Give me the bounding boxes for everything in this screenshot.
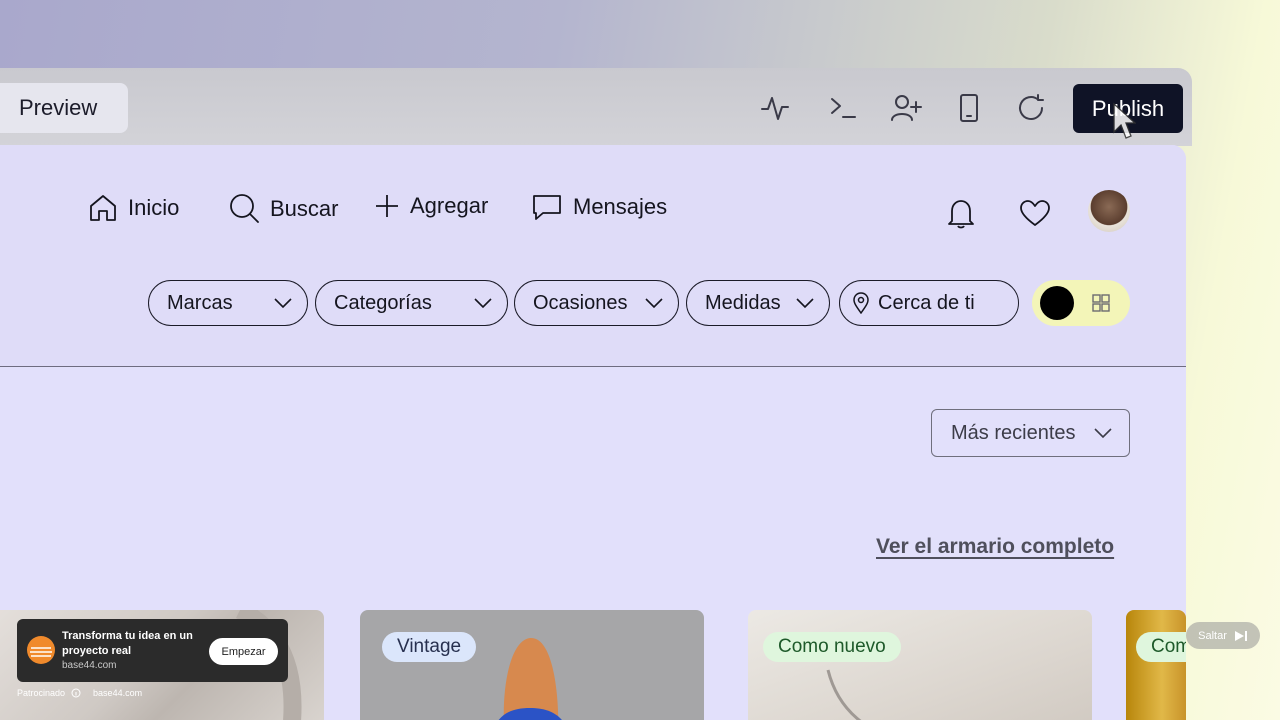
chevron-down-icon xyxy=(796,298,814,309)
activity-icon[interactable] xyxy=(759,92,791,124)
notification-bell-icon[interactable] xyxy=(946,197,976,229)
location-pin-icon xyxy=(853,292,869,314)
skip-next-icon xyxy=(1234,630,1247,641)
ad-domain: base44.com xyxy=(62,660,117,671)
sort-selected-value: Más recientes xyxy=(951,421,1076,444)
mouse-cursor-icon xyxy=(1113,102,1136,139)
condition-badge: Vintage xyxy=(382,632,477,662)
filter-medidas[interactable]: Medidas xyxy=(686,280,830,326)
sponsored-label: Patrocinado base44.com xyxy=(17,688,142,698)
chevron-down-icon xyxy=(1094,428,1112,439)
mobile-icon[interactable] xyxy=(953,92,985,124)
view-full-closet-link[interactable]: Ver el armario completo xyxy=(876,535,1114,559)
nav-item-agregar[interactable]: Agregar xyxy=(374,193,488,219)
filter-label: Cerca de ti xyxy=(878,291,975,314)
skip-label: Saltar xyxy=(1198,629,1227,642)
search-icon xyxy=(230,194,259,223)
add-user-icon[interactable] xyxy=(890,92,922,124)
filter-categorias[interactable]: Categorías xyxy=(315,280,508,326)
app-header: Inicio Buscar Agregar Mensajes Marcas Ca… xyxy=(0,145,1186,367)
sponsored-domain: base44.com xyxy=(93,688,143,698)
filter-label: Ocasiones xyxy=(533,291,628,314)
chevron-down-icon xyxy=(274,298,292,309)
filter-label: Categorías xyxy=(334,291,432,314)
view-toggle[interactable] xyxy=(1032,280,1130,326)
nav-label: Inicio xyxy=(128,195,180,220)
product-card[interactable]: Com xyxy=(1126,610,1186,720)
product-card[interactable]: Como nuevo xyxy=(748,610,1092,720)
sponsor-logo-icon xyxy=(27,636,55,664)
chevron-down-icon xyxy=(645,298,663,309)
filter-marcas[interactable]: Marcas xyxy=(148,280,308,326)
condition-badge: Como nuevo xyxy=(763,632,901,662)
toggle-knob[interactable] xyxy=(1040,286,1074,320)
nav-item-inicio[interactable]: Inicio xyxy=(88,193,179,223)
filter-label: Medidas xyxy=(705,291,781,314)
product-image xyxy=(498,637,562,720)
product-card[interactable]: Vintage xyxy=(360,610,704,720)
sort-dropdown[interactable]: Más recientes xyxy=(931,409,1130,457)
user-avatar[interactable] xyxy=(1088,190,1130,232)
nav-item-mensajes[interactable]: Mensajes xyxy=(531,191,667,223)
preview-button[interactable]: Preview xyxy=(0,83,128,133)
editor-toolbar xyxy=(0,68,1192,146)
grid-view-icon[interactable] xyxy=(1092,294,1110,312)
condition-badge: Com xyxy=(1136,632,1186,662)
message-icon xyxy=(533,195,561,220)
filter-ocasiones[interactable]: Ocasiones xyxy=(514,280,679,326)
heart-icon[interactable] xyxy=(1019,199,1051,227)
nav-label: Agregar xyxy=(410,193,489,218)
terminal-icon[interactable] xyxy=(827,92,859,124)
nav-label: Mensajes xyxy=(573,194,668,219)
info-icon[interactable] xyxy=(71,688,81,698)
nav-item-buscar[interactable]: Buscar xyxy=(228,193,338,225)
home-icon xyxy=(90,195,116,221)
chevron-down-icon xyxy=(474,298,492,309)
ad-cta-button[interactable]: Empezar xyxy=(209,638,278,665)
nav-label: Buscar xyxy=(270,196,339,221)
refresh-icon[interactable] xyxy=(1015,92,1047,124)
filter-label: Marcas xyxy=(167,291,233,314)
skip-ad-button[interactable]: Saltar xyxy=(1186,622,1260,649)
ad-title: Transforma tu idea en un proyecto real xyxy=(62,630,193,657)
sponsored-text: Patrocinado xyxy=(17,688,66,698)
sponsored-ad[interactable]: Transforma tu idea en un proyecto real b… xyxy=(17,619,288,682)
plus-icon xyxy=(376,195,398,217)
product-image xyxy=(826,669,862,720)
filter-cerca-de-ti[interactable]: Cerca de ti xyxy=(839,280,1019,326)
